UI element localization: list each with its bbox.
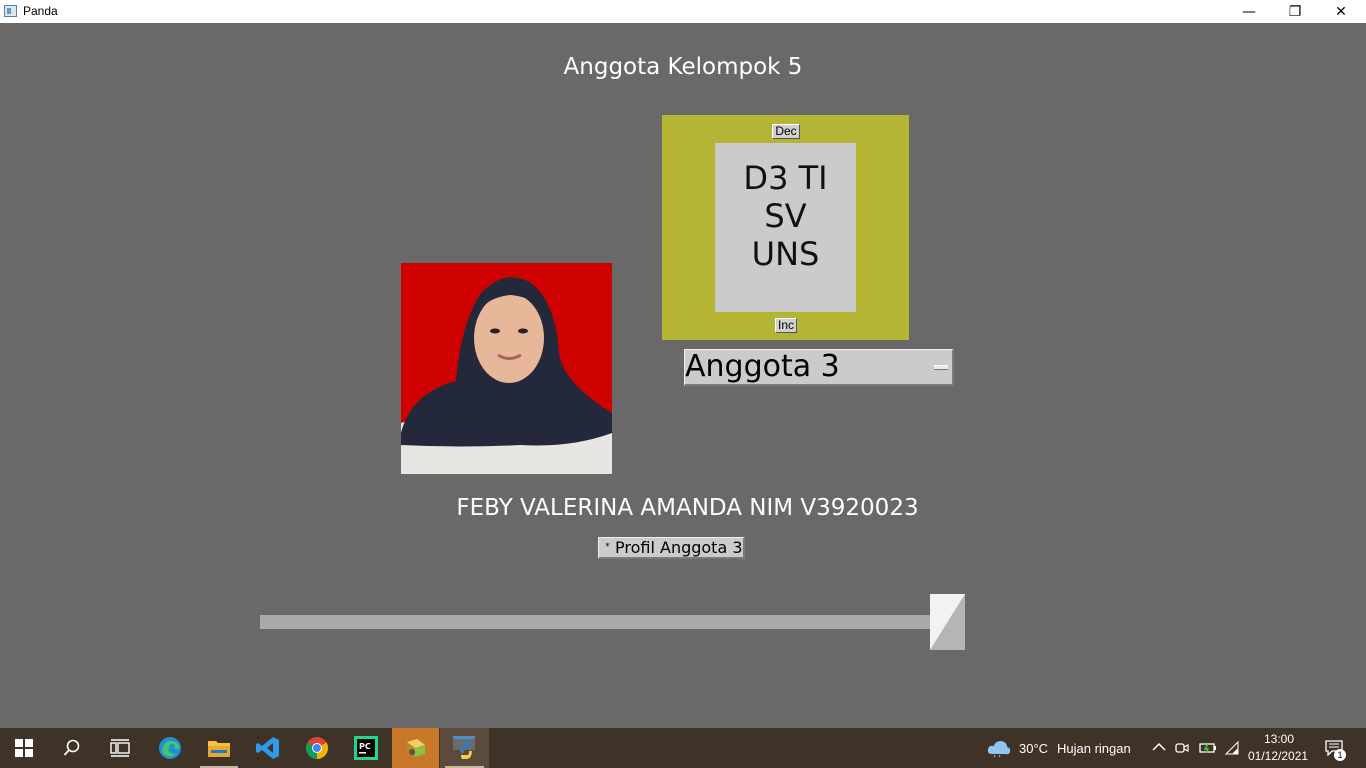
notification-count-badge: 1 (1334, 749, 1346, 761)
profile-checkbox[interactable]: * Profil Anggota 3 (598, 537, 745, 559)
pycharm-icon: PC (354, 736, 378, 760)
frame-text-line: SV (764, 196, 807, 235)
dec-button[interactable]: Dec (772, 124, 800, 139)
chrome-icon (306, 737, 328, 759)
dropdown-indicator-icon[interactable] (934, 365, 948, 370)
weather-cloud-icon[interactable] (987, 739, 1011, 757)
inc-button[interactable]: Inc (775, 318, 797, 333)
frame-text-box: D3 TI SV UNS (715, 143, 856, 312)
close-button[interactable]: ✕ (1318, 0, 1364, 23)
taskbar-pycharm[interactable]: PC (342, 728, 390, 768)
window-titlebar: Panda — ❐ ✕ (0, 0, 1366, 23)
task-view-button[interactable] (96, 728, 144, 768)
svg-text:PC: PC (359, 742, 371, 751)
member-dropdown[interactable]: Anggota 3 (684, 349, 954, 386)
start-button[interactable] (0, 728, 48, 768)
search-button[interactable] (48, 728, 96, 768)
taskbar-chrome[interactable] (293, 728, 341, 768)
vscode-icon (256, 737, 279, 759)
frame-text-line: UNS (751, 234, 820, 273)
slider-thumb[interactable] (930, 594, 965, 650)
task-view-icon (110, 739, 130, 757)
meet-now-icon[interactable] (1175, 741, 1189, 755)
weather-description[interactable]: Hujan ringan (1057, 741, 1131, 756)
taskbar-file-explorer[interactable] (195, 728, 243, 768)
app-tools-icon (406, 739, 425, 757)
slider-track[interactable] (260, 615, 950, 629)
app-window-icon (4, 5, 17, 17)
member-portrait-image (401, 263, 612, 474)
taskbar-running-app[interactable] (392, 728, 439, 768)
search-icon (63, 739, 80, 756)
page-heading: Anggota Kelompok 5 (563, 54, 803, 80)
edge-browser-icon (159, 737, 181, 759)
folder-icon (208, 741, 230, 757)
clock-time[interactable]: 13:00 (1264, 732, 1294, 746)
taskbar-python[interactable] (440, 728, 489, 768)
windows-icon (15, 739, 33, 757)
checkbox-label: Profil Anggota 3 (615, 538, 743, 557)
python-icon (452, 736, 475, 759)
weather-temperature[interactable]: 30°C (1019, 741, 1048, 756)
checkbox-mark: * (605, 542, 610, 552)
battery-icon[interactable] (1199, 741, 1217, 755)
minimize-button[interactable]: — (1226, 0, 1272, 23)
member-photo (401, 263, 612, 474)
taskbar-vscode[interactable] (244, 728, 292, 768)
taskbar-edge[interactable] (146, 728, 194, 768)
frame-text-line: D3 TI (743, 158, 828, 197)
member-name-label: FEBY VALERINA AMANDA NIM V3920023 (456, 495, 919, 521)
scrolled-frame: Dec D3 TI SV UNS Inc (662, 115, 909, 340)
dropdown-selected-value: Anggota 3 (685, 349, 840, 384)
taskbar: PC 30°C Hujan ringan 13:00 01/12/2021 1 (0, 728, 1366, 768)
window-title: Panda (23, 4, 58, 18)
clock-date[interactable]: 01/12/2021 (1248, 749, 1308, 763)
wifi-icon[interactable] (1224, 740, 1240, 756)
maximize-button[interactable]: ❐ (1272, 0, 1318, 23)
chevron-up-icon[interactable] (1152, 742, 1166, 752)
